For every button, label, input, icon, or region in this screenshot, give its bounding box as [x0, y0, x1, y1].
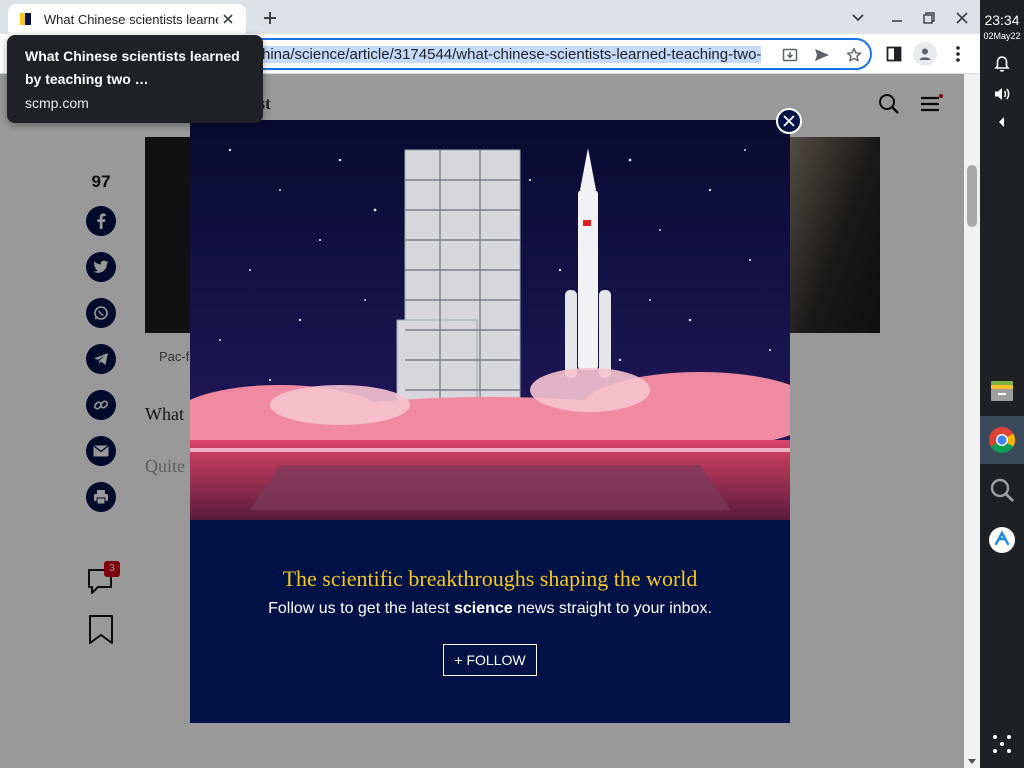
tab-search-chevron-down-icon[interactable] [846, 6, 870, 30]
clock-time[interactable]: 23:34 [980, 12, 1024, 28]
hover-card-title: What Chinese scientists learned by teach… [25, 48, 240, 87]
collapse-arrow-icon[interactable] [988, 108, 1016, 136]
address-bar[interactable]: hina/science/article/3174544/what-chines… [200, 38, 872, 70]
chrome-icon[interactable] [988, 426, 1016, 454]
launcher-search-icon[interactable] [988, 476, 1016, 504]
tab-strip: What Chinese scientists learned by teach… [0, 0, 980, 34]
profile-avatar-icon[interactable] [913, 42, 937, 66]
active-tab[interactable]: What Chinese scientists learned by teach… [8, 4, 246, 34]
volume-icon[interactable] [988, 80, 1016, 108]
new-tab-plus-icon[interactable] [258, 6, 282, 30]
minimize-icon[interactable] [885, 6, 909, 30]
restore-icon[interactable] [917, 6, 941, 30]
tab-close-icon[interactable] [218, 9, 238, 29]
modal-headline: The scientific breakthroughs shaping the… [282, 566, 698, 591]
modal-subtitle-before: Follow us to get the latest [268, 600, 454, 617]
modal-subtitle: Follow us to get the latest science news… [190, 600, 790, 618]
url-text[interactable]: hina/science/article/3174544/what-chines… [262, 46, 774, 64]
app-icon[interactable] [988, 526, 1016, 554]
bell-icon[interactable] [988, 50, 1016, 78]
system-shelf: 23:34 02May22 [980, 0, 1024, 768]
url-selected-text: hina/science/article/3174544/what-chines… [262, 46, 762, 63]
more-vert-icon[interactable] [946, 42, 970, 66]
tab-hover-card: What Chinese scientists learned by teach… [7, 35, 263, 123]
newsletter-modal: The scientific breakthroughs shaping the… [190, 120, 790, 723]
bookmark-star-icon[interactable] [844, 45, 864, 65]
window-close-icon[interactable] [950, 6, 974, 30]
files-app-icon[interactable] [988, 376, 1016, 404]
rocket-launch-illustration [190, 120, 790, 520]
launcher-dots-icon[interactable] [988, 730, 1016, 758]
tab-title: What Chinese scientists learned by teach… [43, 11, 218, 27]
hover-card-domain: scmp.com [25, 95, 89, 111]
modal-subtitle-bold: science [453, 600, 513, 617]
scmp-favicon-icon [20, 13, 34, 25]
modal-subtitle-after: news straight to your inbox. [512, 600, 712, 617]
clock-date: 02May22 [983, 31, 1021, 41]
screen: What Chinese scientists learned by teach… [0, 0, 1024, 768]
scrollbar-thumb[interactable] [967, 165, 977, 227]
side-panel-icon[interactable] [882, 42, 906, 66]
scroll-down-arrow-icon[interactable] [966, 754, 978, 764]
modal-close-icon[interactable] [776, 108, 802, 134]
send-to-devices-icon[interactable] [812, 45, 832, 65]
follow-button[interactable]: + FOLLOW [443, 644, 537, 676]
install-icon[interactable] [780, 45, 800, 65]
